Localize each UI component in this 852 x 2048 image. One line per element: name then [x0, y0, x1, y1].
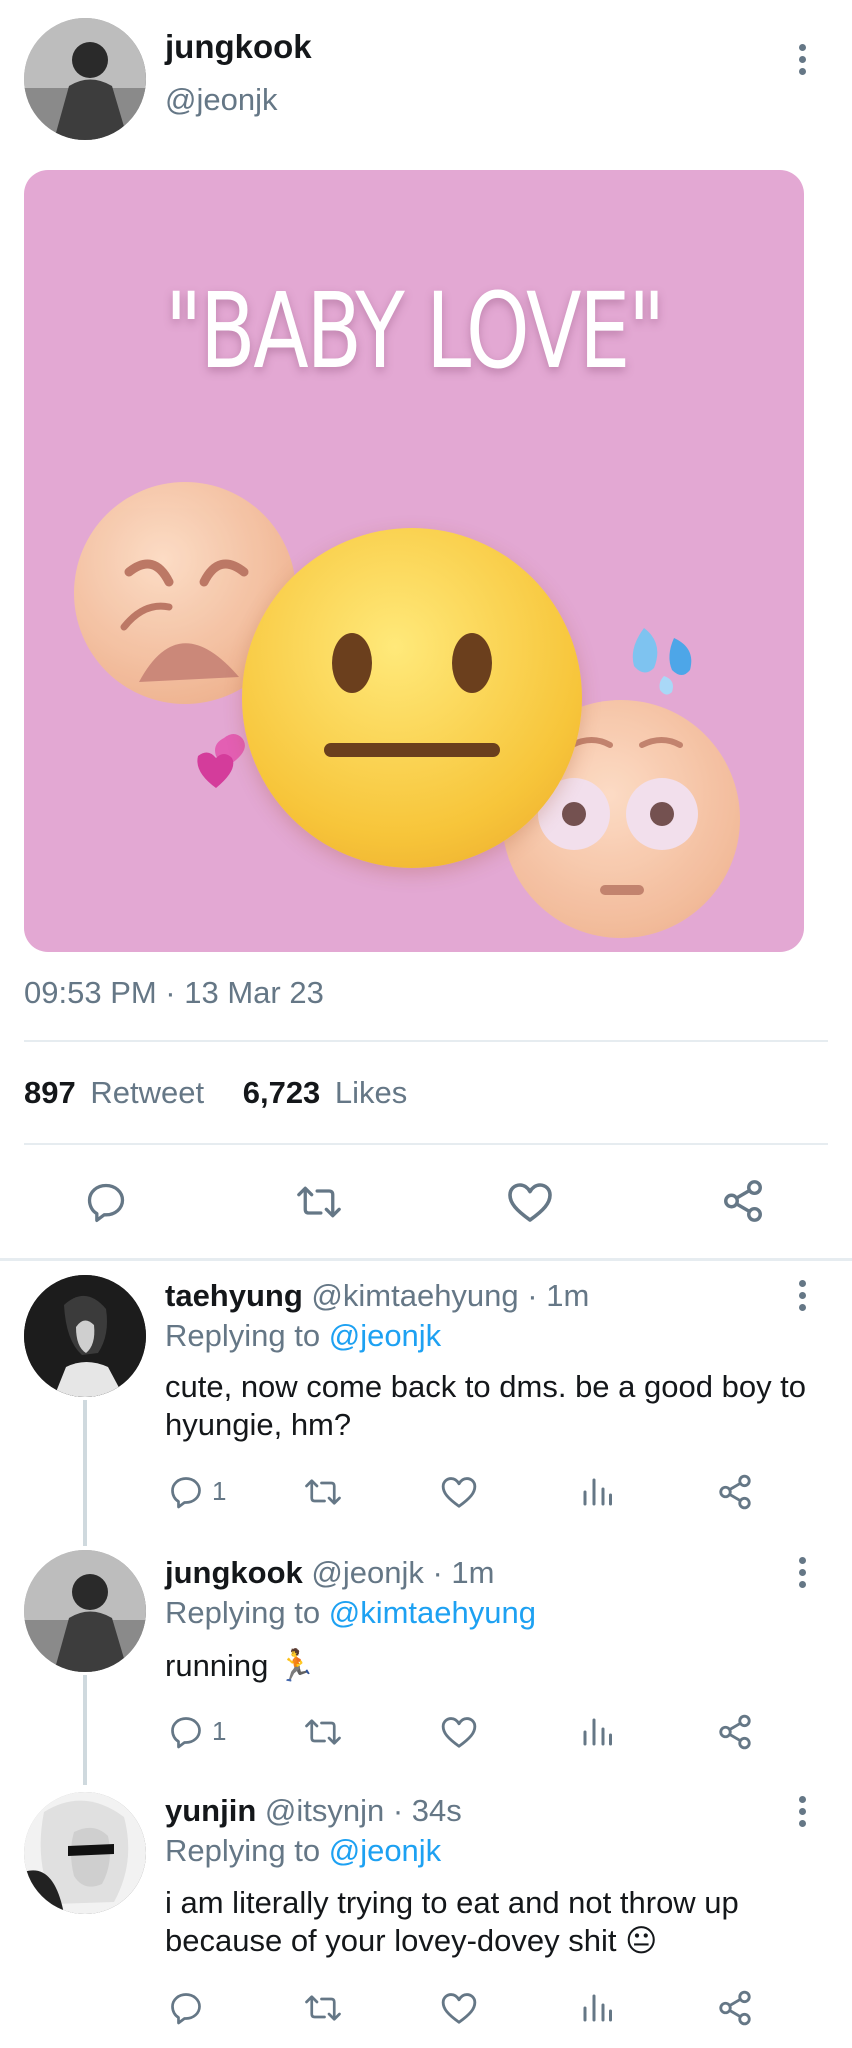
tweet-stats: 897 Retweet 6,723 Likes: [24, 1075, 407, 1111]
thread-connector: [83, 1675, 87, 1785]
reply-text: running 🏃: [165, 1648, 316, 1683]
reply-icon[interactable]: [168, 1714, 204, 1750]
analytics-icon[interactable]: [580, 1474, 614, 1510]
reply-handle-time[interactable]: @jeonjk · 1m: [311, 1555, 494, 1590]
likes-label[interactable]: Likes: [335, 1075, 407, 1110]
reply-header: jungkook @jeonjk · 1m: [165, 1555, 495, 1591]
tweet-image[interactable]: "BABY LOVE": [24, 170, 804, 952]
retweet-icon[interactable]: [295, 1180, 343, 1224]
thread-connector: [83, 1400, 87, 1546]
neutral-face-emoji: [242, 528, 582, 868]
replying-to-link[interactable]: @kimtaehyung: [329, 1595, 536, 1630]
sweat-drops-emoji: [624, 618, 704, 698]
image-caption: "BABY LOVE": [164, 270, 665, 392]
heart-icon[interactable]: [440, 1714, 478, 1750]
retweet-label[interactable]: Retweet: [90, 1075, 204, 1110]
reply-name[interactable]: yunjin: [165, 1793, 256, 1828]
retweet-icon[interactable]: [303, 1714, 343, 1750]
replying-to: Replying to @jeonjk: [165, 1318, 441, 1354]
reply-name[interactable]: jungkook: [165, 1555, 303, 1590]
reply-icon[interactable]: [168, 1474, 204, 1510]
analytics-icon[interactable]: [580, 1990, 614, 2026]
author-handle[interactable]: @jeonjk: [165, 82, 277, 118]
share-icon[interactable]: [716, 1713, 754, 1751]
reply-avatar[interactable]: [24, 1275, 146, 1397]
share-icon[interactable]: [716, 1473, 754, 1511]
reply-count: 1: [212, 1476, 227, 1506]
reply-header: yunjin @itsynjn · 34s: [165, 1793, 462, 1829]
reply-name[interactable]: taehyung: [165, 1278, 303, 1313]
reply-header: taehyung @kimtaehyung · 1m: [165, 1278, 589, 1314]
heart-icon[interactable]: [506, 1180, 554, 1224]
reply-avatar[interactable]: [24, 1550, 146, 1672]
likes-count[interactable]: 6,723: [243, 1075, 321, 1110]
replying-to: Replying to @kimtaehyung: [165, 1595, 536, 1631]
more-vertical-icon[interactable]: [797, 1280, 807, 1311]
share-icon[interactable]: [720, 1178, 766, 1224]
replying-prefix: Replying to: [165, 1318, 321, 1353]
replying-to-link[interactable]: @jeonjk: [329, 1833, 441, 1868]
replying-to: Replying to @jeonjk: [165, 1833, 441, 1869]
author-avatar[interactable]: [24, 18, 146, 140]
more-vertical-icon[interactable]: [797, 44, 807, 75]
retweet-icon[interactable]: [303, 1474, 343, 1510]
divider: [24, 1143, 828, 1145]
reply-handle-time[interactable]: @kimtaehyung · 1m: [311, 1278, 589, 1313]
share-icon[interactable]: [716, 1989, 754, 2027]
section-divider: [0, 1258, 852, 1261]
retweet-icon[interactable]: [303, 1990, 343, 2026]
retweet-count[interactable]: 897: [24, 1075, 76, 1110]
replying-prefix: Replying to: [165, 1833, 321, 1868]
author-name[interactable]: jungkook: [165, 28, 312, 66]
reply-handle-time[interactable]: @itsynjn · 34s: [265, 1793, 462, 1828]
reply-count: 1: [212, 1716, 227, 1746]
tweet-timestamp[interactable]: 09:53 PM · 13 Mar 23: [24, 975, 324, 1011]
reply-text: cute, now come back to dms. be a good bo…: [165, 1369, 807, 1442]
reply-text: i am literally trying to eat and not thr…: [165, 1885, 739, 1958]
divider: [24, 1040, 828, 1042]
reply-icon[interactable]: [168, 1990, 204, 2026]
heart-icon[interactable]: [440, 1474, 478, 1510]
reply-avatar[interactable]: [24, 1792, 146, 1914]
heart-icon[interactable]: [440, 1990, 478, 2026]
more-vertical-icon[interactable]: [797, 1796, 807, 1827]
replying-prefix: Replying to: [165, 1595, 321, 1630]
reply-icon[interactable]: [84, 1180, 128, 1224]
replying-to-link[interactable]: @jeonjk: [329, 1318, 441, 1353]
analytics-icon[interactable]: [580, 1714, 614, 1750]
more-vertical-icon[interactable]: [797, 1557, 807, 1588]
